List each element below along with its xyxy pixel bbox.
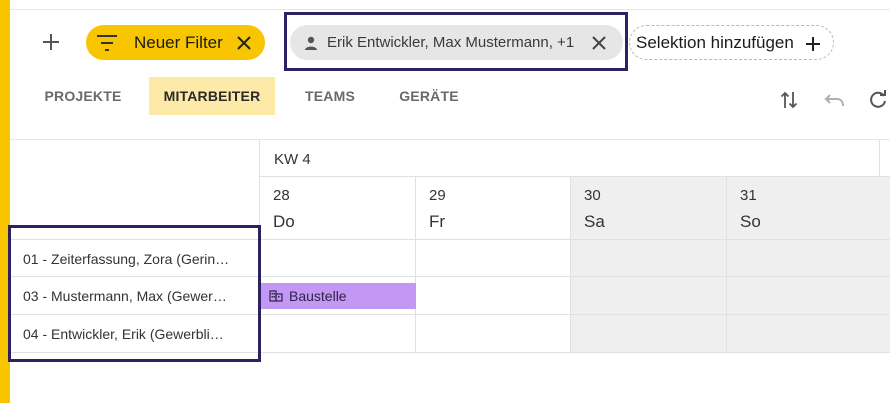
day-column-sun[interactable]: 31 So (726, 177, 890, 353)
day-number: 29 (429, 187, 446, 204)
day-name: Do (273, 212, 295, 231)
day-column-sat[interactable]: 30 Sa (570, 177, 726, 353)
day-name: So (740, 212, 761, 231)
day-name: Fr (429, 212, 446, 231)
selection-chip[interactable]: Erik Entwickler, Max Mustermann, +1 (290, 25, 623, 60)
tab-geraete[interactable]: GERÄTE (389, 77, 469, 115)
refresh-button[interactable] (866, 88, 890, 112)
close-icon (591, 35, 606, 50)
filter-icon (97, 34, 117, 51)
top-divider (10, 9, 890, 10)
day-number: 30 (584, 187, 601, 204)
tab-mitarbeiter[interactable]: MITARBEITER (149, 77, 275, 115)
filter-chip-label: Neuer Filter (134, 32, 223, 52)
remove-filter-button[interactable] (231, 30, 256, 55)
filter-chip[interactable]: Neuer Filter (86, 25, 265, 60)
person-icon (305, 36, 317, 50)
day-number: 28 (273, 187, 290, 204)
day-header: 31 So (727, 177, 890, 240)
add-filter-button[interactable] (36, 27, 66, 57)
plus-icon (800, 31, 825, 56)
refresh-icon (870, 90, 886, 108)
tab-teams[interactable]: TEAMS (290, 77, 370, 115)
tab-projekte[interactable]: PROJEKTE (36, 77, 130, 115)
undo-button[interactable] (822, 88, 846, 112)
add-selection-label: Selektion hinzufügen (636, 32, 794, 52)
plus-icon (43, 34, 59, 50)
employee-highlight (8, 225, 261, 362)
undo-icon (824, 94, 844, 107)
day-header: 30 Sa (571, 177, 726, 240)
day-header: 28 Do (260, 177, 415, 240)
week-header: KW 4 (259, 140, 880, 177)
day-column-thu[interactable]: 28 Do (259, 177, 415, 353)
week-label: KW 4 (274, 151, 311, 168)
building-icon (269, 290, 283, 302)
day-header: 29 Fr (416, 177, 571, 240)
add-selection-button[interactable]: Selektion hinzufügen (629, 25, 834, 60)
day-number: 31 (740, 187, 757, 204)
sort-icon (780, 91, 798, 109)
event-baustelle[interactable]: Baustelle (261, 283, 416, 309)
close-icon (236, 35, 251, 50)
sort-button[interactable] (777, 88, 801, 112)
day-column-fri[interactable]: 29 Fr (415, 177, 571, 353)
day-name: Sa (584, 212, 605, 231)
event-label: Baustelle (289, 288, 347, 304)
selection-chip-label: Erik Entwickler, Max Mustermann, +1 (327, 34, 575, 51)
remove-selection-button[interactable] (586, 30, 611, 55)
